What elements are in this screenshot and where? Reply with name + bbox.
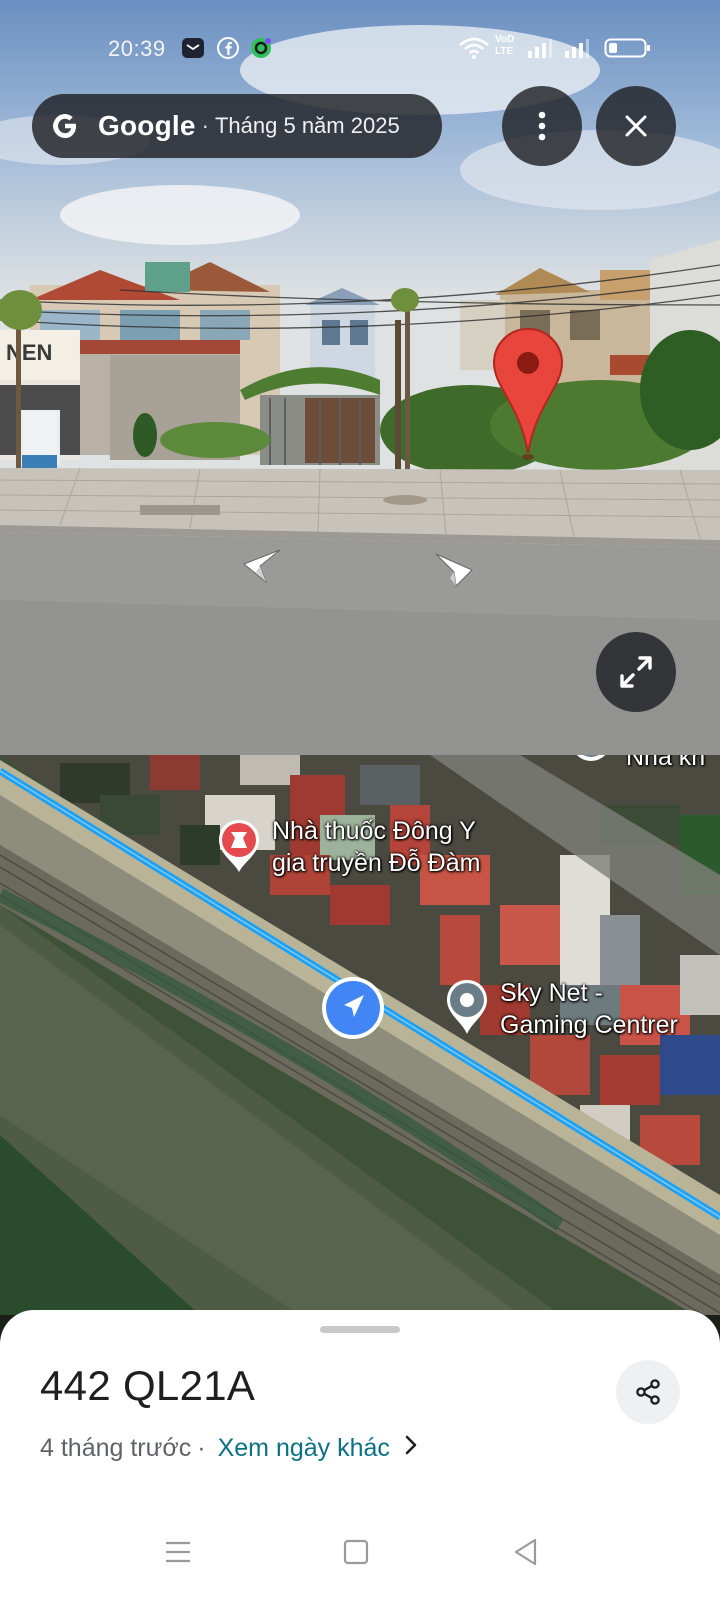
pharmacy-label[interactable]: Nhà thuốc Đông Y gia truyền Đỗ Đàm	[272, 815, 480, 879]
pill-separator: ·	[201, 113, 209, 138]
status-bar: 20:39 VoD LTE	[0, 0, 720, 80]
place-pin-icon[interactable]	[568, 755, 614, 771]
see-other-dates-link[interactable]: Xem ngày khác	[218, 1434, 390, 1463]
system-nav-bar	[0, 1500, 720, 1600]
menu-icon[interactable]	[158, 1532, 198, 1572]
close-icon	[625, 115, 647, 137]
close-button[interactable]	[596, 86, 676, 166]
capture-age-row: 4 tháng trước · Xem ngày khác	[40, 1434, 418, 1463]
signal-icon	[565, 39, 589, 58]
expand-button[interactable]	[596, 632, 676, 712]
expand-icon	[620, 656, 652, 688]
street-view-panorama[interactable]: NEN 20:39 VoD LTE Google · Tháng 5 năm 2…	[0, 0, 720, 755]
back-triangle-icon[interactable]	[506, 1532, 546, 1572]
street-view-date-pill[interactable]: Google · Tháng 5 năm 2025	[32, 94, 442, 158]
capture-age: 4 tháng trước	[40, 1434, 192, 1462]
facebook-icon	[217, 37, 239, 59]
more-options-button[interactable]	[502, 86, 582, 166]
share-icon	[636, 1379, 660, 1405]
volte-icon: VoD LTE	[495, 34, 515, 57]
capture-date: Tháng 5 năm 2025	[214, 113, 400, 138]
location-marker-icon	[322, 977, 384, 1039]
shop-sign: NEN	[6, 340, 52, 365]
more-vert-icon	[538, 111, 546, 141]
google-brand: Google	[98, 110, 196, 141]
mail-icon	[182, 38, 204, 58]
place-bottom-sheet[interactable]: 442 QL21A 4 tháng trước · Xem ngày khác	[0, 1310, 720, 1600]
chevron-right-icon[interactable]	[432, 552, 478, 588]
chevron-right-icon[interactable]	[404, 1434, 418, 1463]
share-button[interactable]	[616, 1360, 680, 1424]
signal-icon	[528, 39, 552, 58]
chevron-left-icon[interactable]	[238, 548, 284, 584]
sheet-drag-handle[interactable]	[320, 1326, 400, 1333]
place-pin-icon[interactable]	[444, 978, 490, 1036]
pharmacy-pin-icon[interactable]	[216, 818, 262, 874]
cut-place-label[interactable]: Nhà kh	[626, 755, 705, 773]
wifi-icon	[459, 37, 489, 59]
home-square-icon[interactable]	[336, 1532, 376, 1572]
satellite-map[interactable]: Nhà thuốc Đông Y gia truyền Đỗ Đàm Sky N…	[0, 755, 720, 1315]
google-g-icon	[53, 114, 76, 138]
battery-icon	[604, 38, 650, 58]
status-time: 20:39	[108, 36, 166, 61]
place-title: 442 QL21A	[40, 1362, 256, 1409]
red-pin-icon	[492, 327, 564, 460]
app-icon	[251, 38, 271, 58]
gaming-centre-label[interactable]: Sky Net - Gaming Centrer	[500, 977, 678, 1041]
meta-separator: ·	[197, 1434, 206, 1462]
